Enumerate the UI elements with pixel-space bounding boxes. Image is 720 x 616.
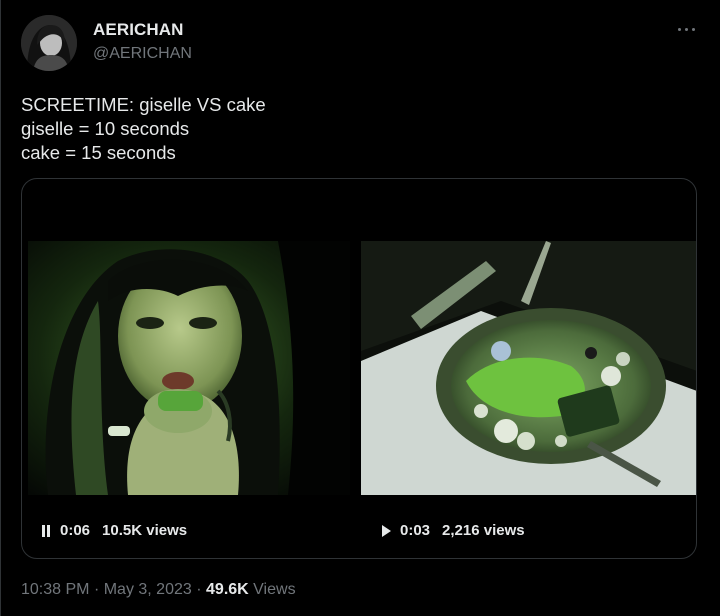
video-time: 0:03 — [400, 522, 431, 539]
video-thumbnail-left[interactable] — [28, 241, 350, 495]
meta-separator: · — [196, 581, 202, 598]
video-views: 10.5K views — [102, 522, 188, 539]
avatar[interactable] — [21, 15, 77, 71]
media-container: 0:06 10.5K views 0:03 2,216 views — [21, 178, 697, 559]
tweet-text-line: cake = 15 seconds — [21, 142, 176, 163]
views-label: Views — [253, 581, 296, 598]
video-views: 2,216 views — [442, 522, 525, 539]
tweet-text-line: SCREETIME: giselle VS cake — [21, 94, 266, 115]
tweet-time[interactable]: 10:38 PM — [21, 581, 89, 598]
avatar-image — [21, 15, 77, 71]
tweet-text-line: giselle = 10 seconds — [21, 118, 190, 139]
play-icon[interactable] — [382, 525, 391, 538]
video-time: 0:06 — [60, 522, 91, 539]
author-handle[interactable]: @AERICHAN — [93, 45, 192, 63]
tweet[interactable]: AERICHAN @AERICHAN SCREETIME: giselle VS… — [0, 0, 720, 616]
tweet-meta: 10:38 PM · May 3, 2023 · 49.6K Views — [21, 581, 296, 599]
video-meta-right: 0:03 2,216 views — [382, 522, 525, 539]
pause-icon[interactable] — [41, 525, 51, 538]
video-meta-left: 0:06 10.5K views — [41, 522, 187, 539]
tweet-date[interactable]: May 3, 2023 — [104, 581, 192, 598]
more-options-icon[interactable] — [676, 22, 698, 36]
tweet-text: SCREETIME: giselle VS cake giselle = 10 … — [21, 93, 681, 165]
views-count: 49.6K — [206, 581, 249, 598]
video-thumbnail-right[interactable] — [361, 241, 696, 495]
meta-separator: · — [93, 581, 100, 598]
author-display-name[interactable]: AERICHAN — [93, 20, 184, 40]
